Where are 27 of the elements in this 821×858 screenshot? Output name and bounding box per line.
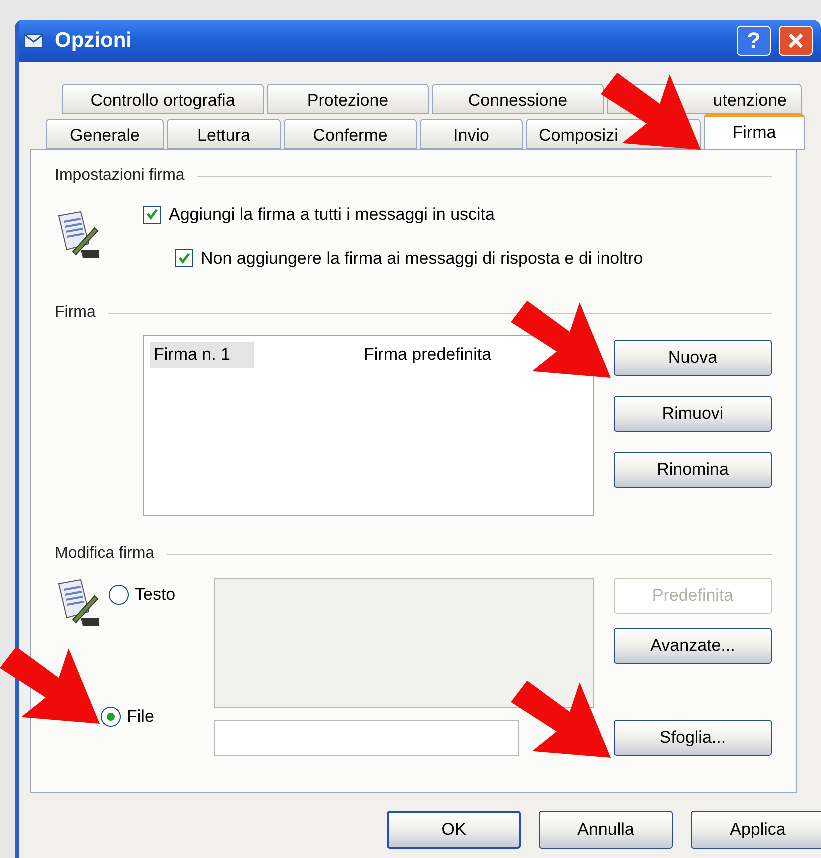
list-cell-text: Firma predefinita xyxy=(364,344,492,366)
tab[interactable]: Connessione xyxy=(432,84,604,114)
dialog-button[interactable]: OK xyxy=(387,811,521,849)
tab[interactable]: Generale xyxy=(46,119,164,149)
checkbox-label: Aggiungi la firma a tutti i messaggi in uscita xyxy=(169,204,495,226)
group-title: Modifica firma xyxy=(55,544,155,564)
tab[interactable]: Protezione xyxy=(267,84,429,114)
tab[interactable]: Conferme xyxy=(284,119,417,149)
dialog-button[interactable]: Rinomina xyxy=(614,452,772,488)
checkbox-label: Non aggiungere la firma ai messaggi di risposta e di inoltro xyxy=(201,248,644,270)
dialog-button[interactable]: Avanzate... xyxy=(614,628,772,664)
help-button[interactable]: ? xyxy=(737,26,771,56)
list-item[interactable]: Firma n. 1 xyxy=(150,342,254,368)
dialog-button[interactable]: Annulla xyxy=(539,811,673,849)
group-title: Firma xyxy=(55,303,96,323)
dialog-button[interactable]: Rimuovi xyxy=(614,396,772,432)
browse-button[interactable]: Sfoglia... xyxy=(614,720,772,756)
dialog-button[interactable]: Nuova xyxy=(614,340,772,376)
tab[interactable]: Invio xyxy=(420,119,523,149)
window-title: Opzioni xyxy=(55,28,133,54)
tab[interactable]: Lettura xyxy=(167,119,281,149)
radio-label: Testo xyxy=(135,584,176,606)
tab[interactable]: Firma xyxy=(704,114,805,150)
dialog-button[interactable]: Applica xyxy=(691,811,821,849)
group-title: Impostazioni firma xyxy=(55,166,185,186)
radio-label: File xyxy=(127,706,154,728)
tab[interactable]: Controllo ortografia xyxy=(62,84,264,114)
